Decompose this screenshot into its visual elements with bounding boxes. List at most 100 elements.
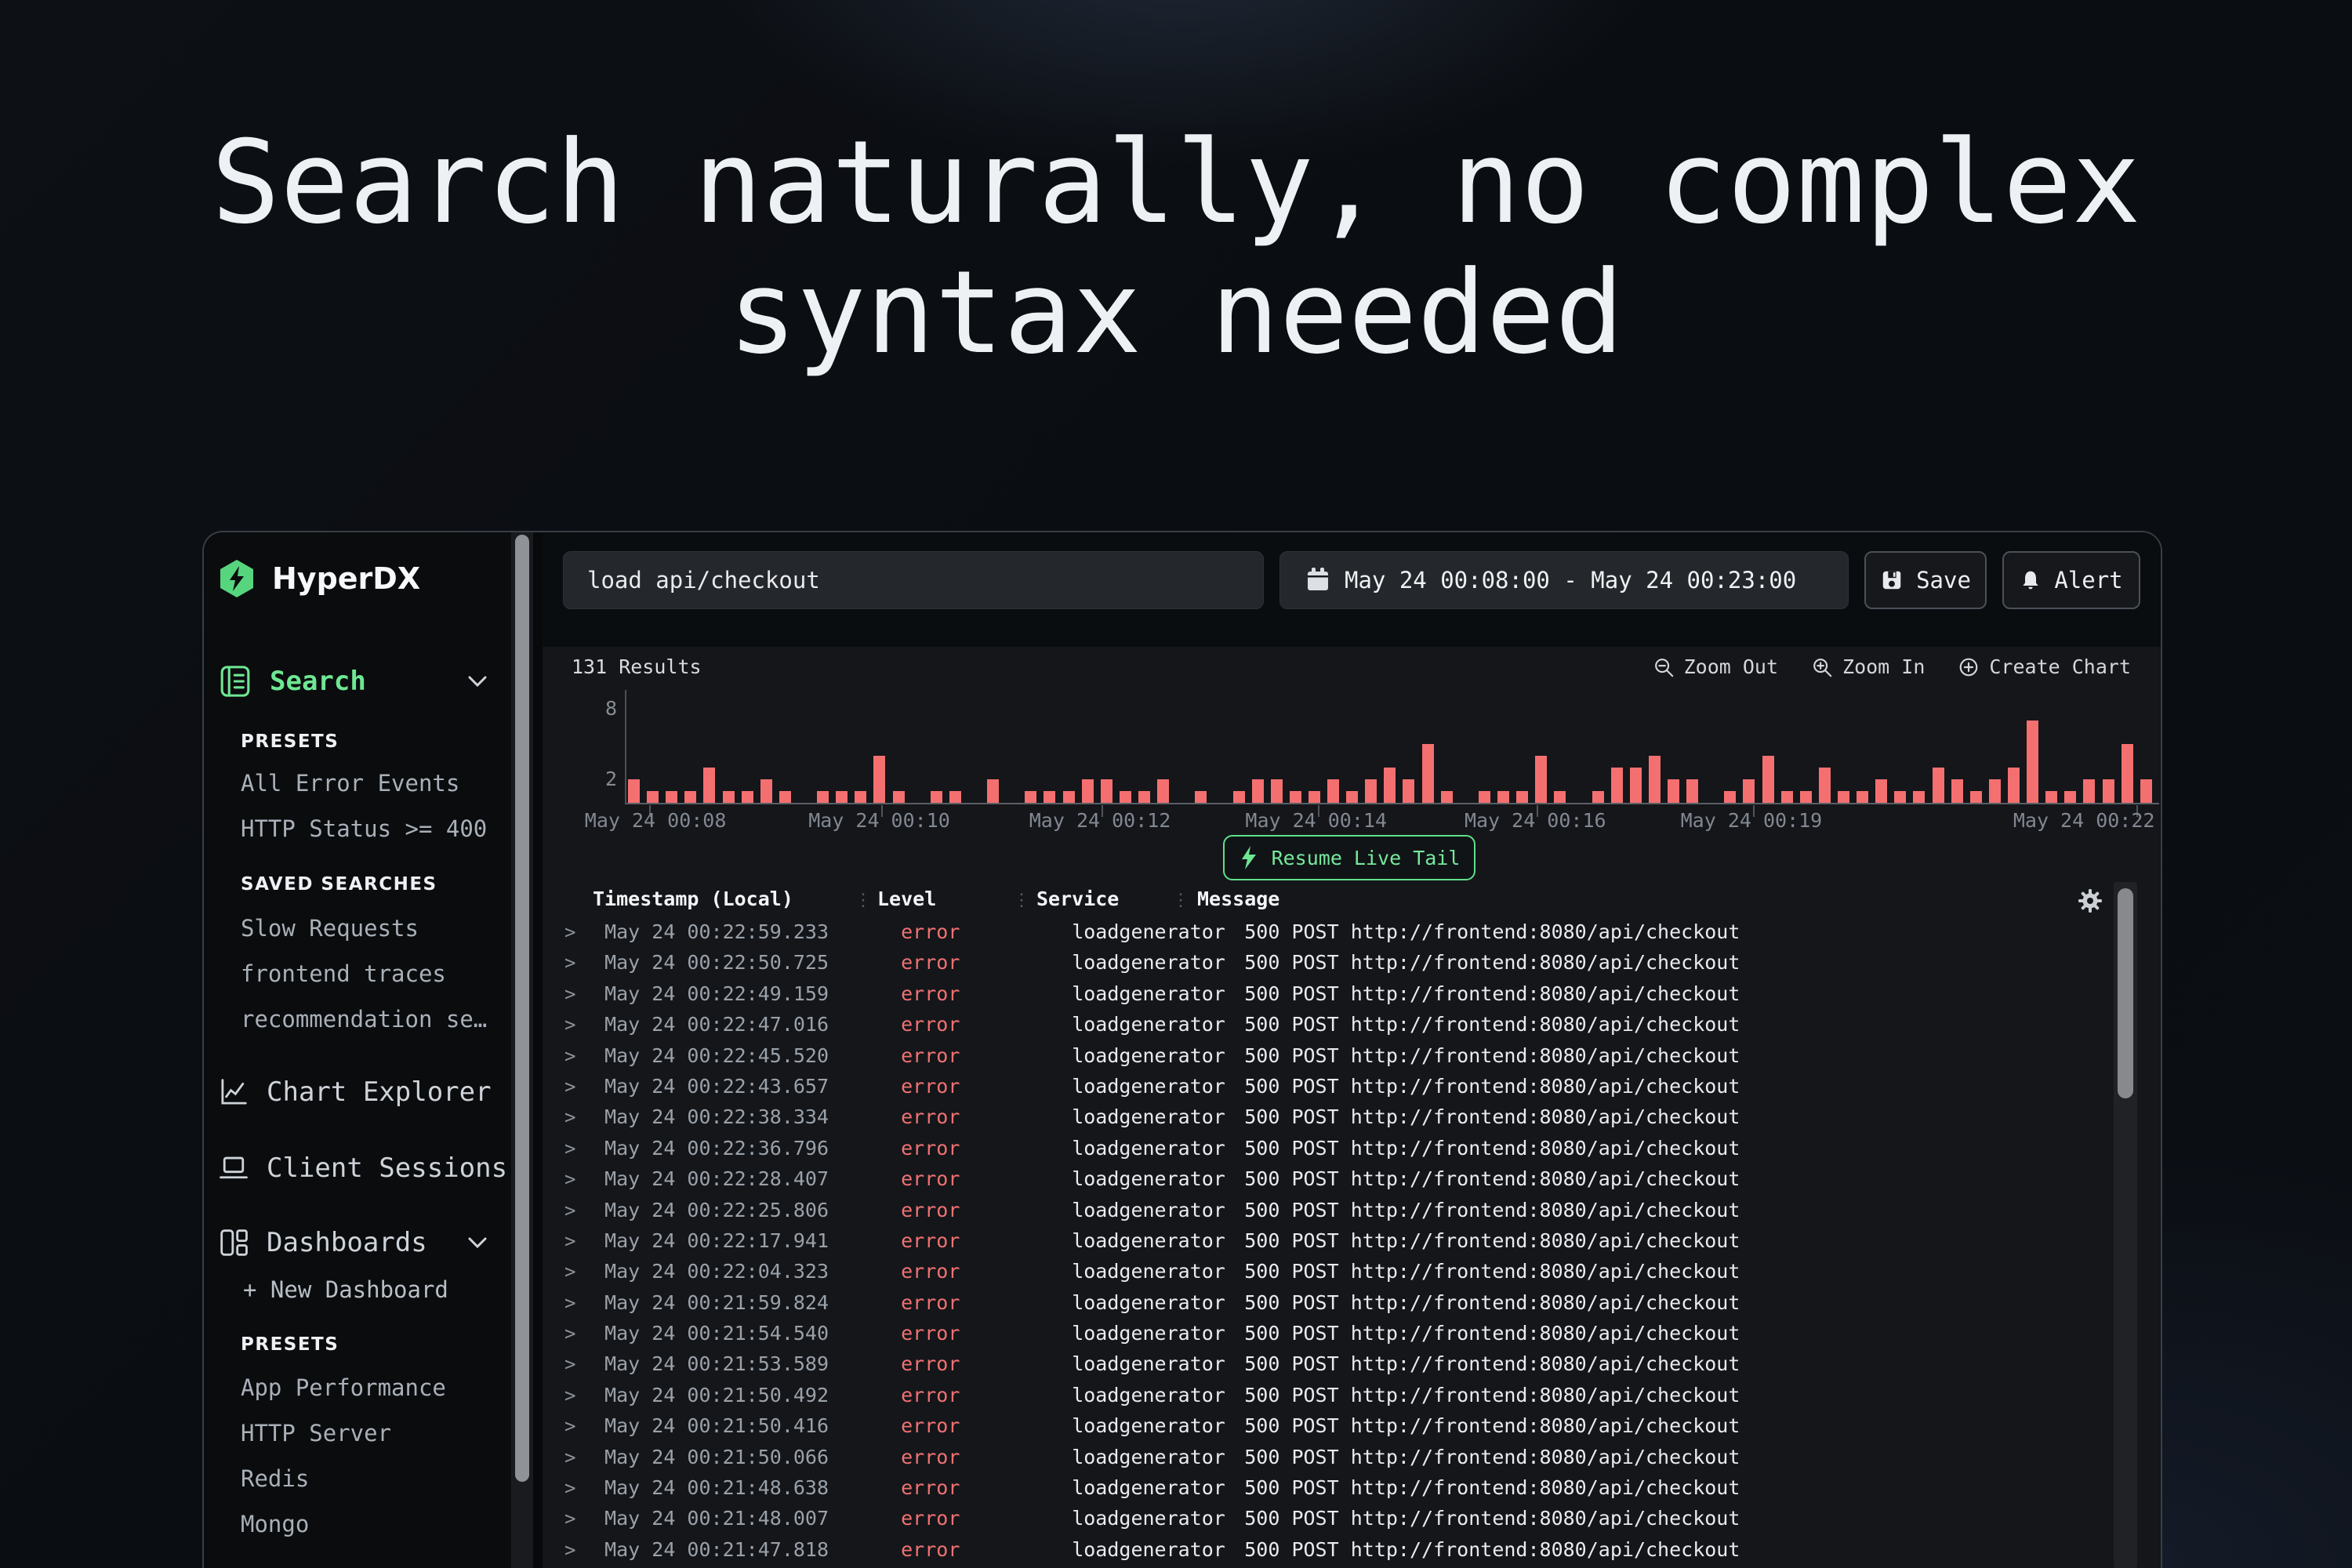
histogram-bar[interactable] (2064, 791, 2076, 803)
histogram-bar[interactable] (1138, 791, 1150, 803)
histogram-bar[interactable] (1497, 791, 1509, 803)
histogram-bar[interactable] (2122, 744, 2133, 803)
zoom-out-button[interactable]: Zoom Out (1653, 655, 1778, 680)
column-separator-icon[interactable]: ⋮ (855, 887, 872, 915)
histogram-bar[interactable] (1800, 791, 1812, 803)
sidebar-dashboard-preset-item[interactable]: Mongo (241, 1501, 446, 1547)
histogram-bar[interactable] (742, 791, 753, 803)
histogram-bar[interactable] (1025, 791, 1036, 803)
table-row[interactable]: > May 24 00:22:04.323 error loadgenerato… (543, 1256, 2106, 1287)
histogram-bar[interactable] (893, 791, 905, 803)
row-expand-chevron[interactable]: > (564, 1473, 593, 1504)
histogram-bar[interactable] (1913, 791, 1925, 803)
table-settings-gear-icon[interactable] (2078, 888, 2103, 913)
row-expand-chevron[interactable]: > (564, 1381, 593, 1411)
row-expand-chevron[interactable]: > (564, 979, 593, 1010)
sidebar-item-dashboards[interactable]: Dashboards (218, 1224, 488, 1261)
histogram-bar[interactable] (1044, 791, 1055, 803)
histogram-bar[interactable] (1762, 756, 1774, 803)
histogram-bar[interactable] (1535, 756, 1547, 803)
table-row[interactable]: > May 24 00:22:50.725 error loadgenerato… (543, 947, 2106, 978)
chevron-down-icon[interactable] (467, 1236, 488, 1249)
histogram-bar[interactable] (2083, 779, 2095, 803)
histogram-bar[interactable] (1063, 791, 1075, 803)
histogram-bar[interactable] (1630, 768, 1642, 803)
sidebar-item-client-sessions[interactable]: Client Sessions (218, 1149, 507, 1187)
row-expand-chevron[interactable]: > (564, 1257, 593, 1287)
histogram-bar[interactable] (2045, 791, 2057, 803)
row-expand-chevron[interactable]: > (564, 1134, 593, 1164)
histogram-bar[interactable] (1894, 791, 1906, 803)
histogram-bar[interactable] (1365, 779, 1377, 803)
histogram-bar[interactable] (1743, 779, 1755, 803)
histogram-bar[interactable] (1686, 779, 1698, 803)
sidebar-item-search[interactable]: Search (218, 662, 488, 700)
row-expand-chevron[interactable]: > (564, 948, 593, 978)
results-histogram[interactable]: 28 (625, 690, 2159, 804)
row-expand-chevron[interactable]: > (564, 1010, 593, 1040)
histogram-bar[interactable] (1819, 768, 1831, 803)
table-row[interactable]: > May 24 00:21:53.589 error loadgenerato… (543, 1348, 2106, 1379)
row-expand-chevron[interactable]: > (564, 1411, 593, 1442)
histogram-bar[interactable] (1422, 744, 1434, 803)
table-row[interactable]: > May 24 00:22:49.159 error loadgenerato… (543, 978, 2106, 1009)
table-row[interactable]: > May 24 00:22:17.941 error loadgenerato… (543, 1225, 2106, 1256)
histogram-bar[interactable] (2027, 720, 2038, 803)
histogram-bar[interactable] (723, 791, 735, 803)
table-row[interactable]: > May 24 00:22:25.806 error loadgenerato… (543, 1195, 2106, 1225)
sidebar-preset-item[interactable]: HTTP Status >= 400 (241, 806, 487, 851)
alert-button[interactable]: Alert (2002, 551, 2140, 609)
histogram-bar[interactable] (1082, 779, 1094, 803)
time-range-picker[interactable]: May 24 00:08:00 - May 24 00:23:00 (1279, 551, 1849, 609)
histogram-bar[interactable] (1989, 779, 2001, 803)
histogram-bar[interactable] (1516, 791, 1528, 803)
histogram-bar[interactable] (1441, 791, 1453, 803)
histogram-bar[interactable] (684, 791, 696, 803)
table-row[interactable]: > May 24 00:21:50.066 error loadgenerato… (543, 1442, 2106, 1472)
histogram-bar[interactable] (836, 791, 848, 803)
histogram-bar[interactable] (1252, 779, 1264, 803)
row-expand-chevron[interactable]: > (564, 1319, 593, 1349)
histogram-bar[interactable] (703, 768, 715, 803)
sidebar-item-chart-explorer[interactable]: Chart Explorer (218, 1073, 492, 1111)
histogram-bar[interactable] (873, 756, 885, 803)
histogram-bar[interactable] (1346, 791, 1358, 803)
table-row[interactable]: > May 24 00:21:48.007 error loadgenerato… (543, 1503, 2106, 1534)
zoom-in-button[interactable]: Zoom In (1811, 655, 1925, 680)
histogram-bar[interactable] (2008, 768, 2020, 803)
column-header-timestamp[interactable]: Timestamp (Local) (593, 885, 793, 913)
sidebar-dashboard-preset-item[interactable]: App Performance (241, 1365, 446, 1410)
histogram-bar[interactable] (628, 779, 640, 803)
row-expand-chevron[interactable]: > (564, 1288, 593, 1319)
histogram-bar[interactable] (1970, 791, 1982, 803)
histogram-bar[interactable] (1271, 779, 1283, 803)
sidebar-saved-search-item[interactable]: frontend traces (241, 951, 487, 996)
histogram-bar[interactable] (1951, 779, 1963, 803)
histogram-bar[interactable] (1120, 791, 1131, 803)
histogram-bar[interactable] (1838, 791, 1849, 803)
histogram-bar[interactable] (1933, 768, 1944, 803)
table-row[interactable]: > May 24 00:22:28.407 error loadgenerato… (543, 1163, 2106, 1194)
histogram-bar[interactable] (949, 791, 961, 803)
new-dashboard-button[interactable]: + New Dashboard (243, 1276, 448, 1304)
histogram-bar[interactable] (1101, 779, 1112, 803)
create-chart-button[interactable]: Create Chart (1958, 655, 2131, 680)
histogram-bar[interactable] (1554, 791, 1566, 803)
sidebar-scrollbar-thumb[interactable] (515, 535, 529, 1482)
histogram-bar[interactable] (1290, 791, 1301, 803)
table-row[interactable]: > May 24 00:22:45.520 error loadgenerato… (543, 1040, 2106, 1071)
row-expand-chevron[interactable]: > (564, 1164, 593, 1195)
column-separator-icon[interactable]: ⋮ (1172, 887, 1189, 915)
histogram-bar[interactable] (1857, 791, 1868, 803)
row-expand-chevron[interactable]: > (564, 1504, 593, 1534)
row-expand-chevron[interactable]: > (564, 1535, 593, 1566)
table-row[interactable]: > May 24 00:22:36.796 error loadgenerato… (543, 1133, 2106, 1163)
histogram-bar[interactable] (1781, 791, 1793, 803)
row-expand-chevron[interactable]: > (564, 1226, 593, 1257)
histogram-bar[interactable] (1592, 791, 1604, 803)
table-scrollbar-track[interactable] (2114, 882, 2137, 1568)
histogram-bar[interactable] (1327, 779, 1339, 803)
table-row[interactable]: loadgenerator 500 POST http://frontend:8… (543, 1565, 2106, 1568)
histogram-bar[interactable] (1875, 779, 1887, 803)
table-row[interactable]: > May 24 00:21:47.818 error loadgenerato… (543, 1534, 2106, 1565)
